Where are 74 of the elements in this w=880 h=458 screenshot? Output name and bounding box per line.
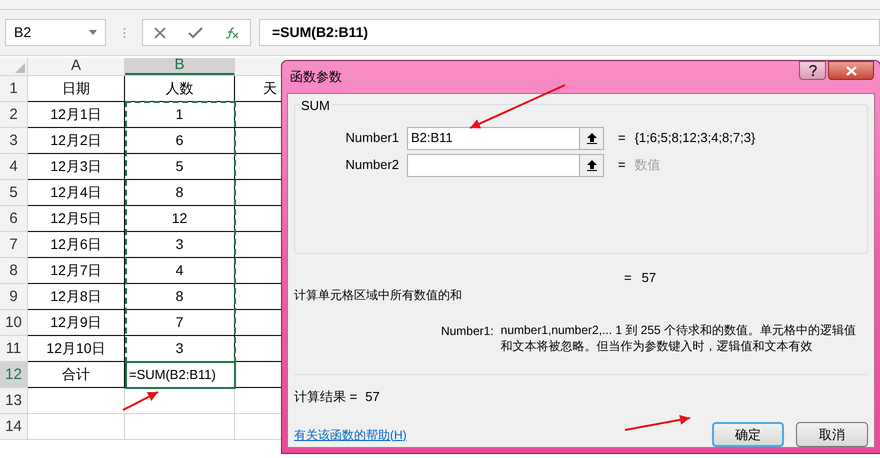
collapse-button[interactable] xyxy=(579,128,603,148)
result-label: 计算结果 = xyxy=(294,388,358,406)
upload-icon xyxy=(586,160,596,170)
table-cell: 12月5日 xyxy=(28,206,125,232)
close-button[interactable] xyxy=(828,61,874,80)
function-icon[interactable] xyxy=(225,26,239,38)
table-cell: 合计 xyxy=(28,362,125,388)
help-icon xyxy=(808,65,816,76)
table-cell: 7 xyxy=(125,310,235,336)
table-cell: 1 xyxy=(125,102,235,128)
row-header[interactable]: 4 xyxy=(0,154,28,180)
row-header[interactable]: 11 xyxy=(0,336,28,362)
function-description: 计算单元格区域中所有数值的和 xyxy=(294,286,463,304)
help-link[interactable]: 有关该函数的帮助(H) xyxy=(294,426,407,444)
table-cell: 人数 xyxy=(125,76,235,102)
row-header[interactable]: 5 xyxy=(0,180,28,206)
dialog-button[interactable]: 确定 xyxy=(712,422,784,447)
check-icon[interactable] xyxy=(188,26,203,38)
arrow-drawing xyxy=(624,414,690,431)
table-cell: 日期 xyxy=(28,76,125,102)
argument-result: 数值 xyxy=(634,156,661,174)
row-header[interactable]: 3 xyxy=(0,128,28,154)
row-header[interactable]: 2 xyxy=(0,102,28,128)
argument-result: {1;6;5;8;12;3;4;8;7;3} xyxy=(634,129,756,148)
column-header[interactable]: B xyxy=(125,58,235,75)
table-cell: 5 xyxy=(125,154,235,180)
table-cell: 4 xyxy=(125,258,235,284)
table-cell: 3 xyxy=(125,232,235,258)
row-header[interactable]: 12 xyxy=(0,362,28,388)
argument-field[interactable] xyxy=(407,154,604,176)
table-cell: 12月9日 xyxy=(28,310,125,336)
equals-sign: = xyxy=(624,268,632,284)
table-cell: 3 xyxy=(125,336,235,362)
row-header[interactable]: 10 xyxy=(0,310,28,336)
formula-field[interactable]: =SUM(B2:B11) xyxy=(259,19,880,46)
table-cell: 12月3日 xyxy=(28,154,125,180)
formula-result: 57 xyxy=(642,268,656,284)
row-header[interactable]: 8 xyxy=(0,258,28,284)
table-cell: 12 xyxy=(125,206,235,232)
grip-icon xyxy=(122,26,126,38)
table-cell: 12月10日 xyxy=(28,336,125,362)
row-header[interactable]: 7 xyxy=(0,232,28,258)
argument-help-text: number1,number2,... 1 到 255 个待求和的数值。单元格中的逻辑值和文本将被忽略。但当作为参数键入时，逻辑值和文本有效 xyxy=(500,322,858,354)
argument-help-label: Number1: xyxy=(440,322,495,340)
row-header[interactable]: 9 xyxy=(0,284,28,310)
dialog-button[interactable]: 取消 xyxy=(796,422,868,447)
table-cell: =SUM(B2:B11) xyxy=(125,362,235,388)
arrow-drawing xyxy=(122,391,158,411)
equals-sign: = xyxy=(618,129,626,148)
collapse-button[interactable] xyxy=(579,154,603,176)
equals-sign: = xyxy=(618,156,626,174)
table-cell: 12月8日 xyxy=(28,284,125,310)
table-cell: 8 xyxy=(125,284,235,310)
name-box[interactable]: B2 xyxy=(5,19,106,46)
table-cell: 12月7日 xyxy=(28,258,125,284)
row-header[interactable]: 1 xyxy=(0,76,28,102)
help-button[interactable] xyxy=(799,61,826,80)
table-cell: 8 xyxy=(125,180,235,206)
result-value: 57 xyxy=(365,388,380,406)
table-cell: 12月4日 xyxy=(28,180,125,206)
row-header[interactable]: 13 xyxy=(0,388,28,414)
argument-field[interactable]: B2:B11 xyxy=(407,126,604,150)
cancel-icon[interactable] xyxy=(154,26,166,38)
table-cell: 12月1日 xyxy=(28,102,125,128)
row-header[interactable]: 6 xyxy=(0,206,28,232)
argument-label: Number1 xyxy=(344,129,400,148)
table-cell: 6 xyxy=(125,128,235,154)
close-icon xyxy=(846,66,856,76)
table-cell: 12月6日 xyxy=(28,232,125,258)
upload-icon xyxy=(586,132,596,144)
argument-label: Number2 xyxy=(344,156,400,174)
table-cell: 12月2日 xyxy=(28,128,125,154)
caret-icon xyxy=(89,30,97,35)
row-header[interactable]: 14 xyxy=(0,414,28,440)
